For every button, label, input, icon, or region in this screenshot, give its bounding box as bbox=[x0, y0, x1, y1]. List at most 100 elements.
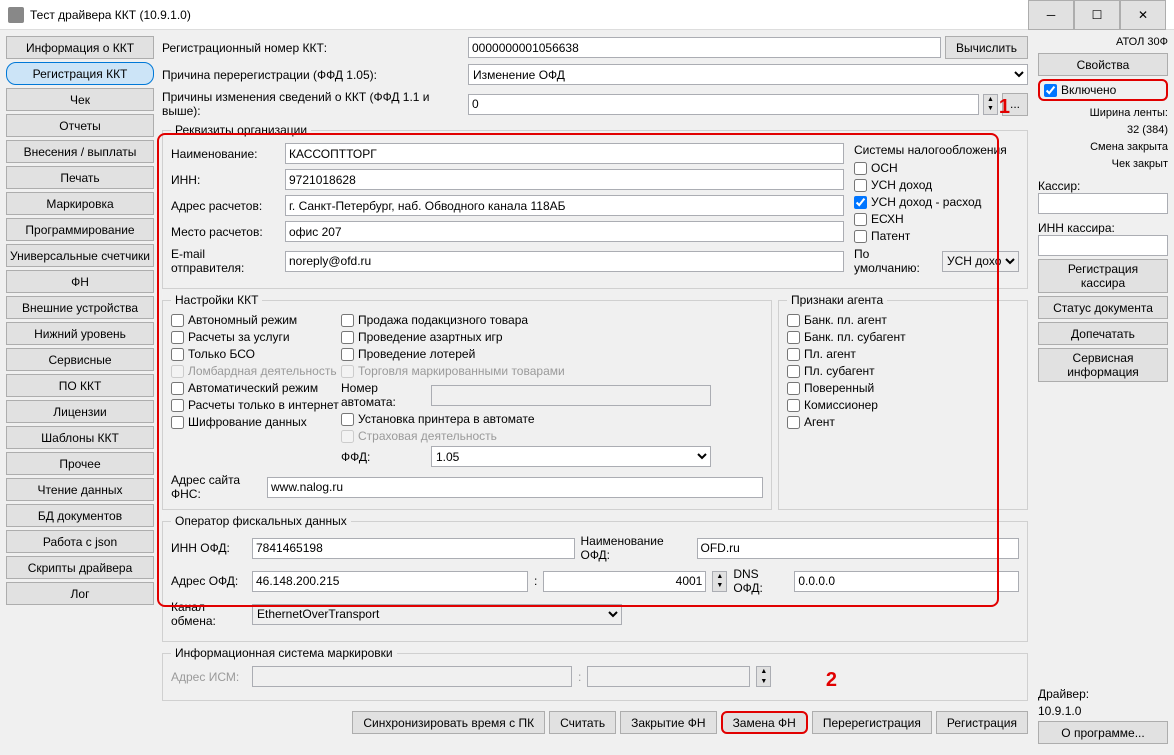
kkt-excise-checkbox[interactable] bbox=[341, 314, 354, 327]
agent-trusted-checkbox[interactable] bbox=[787, 382, 800, 395]
sidebar-item-licenses[interactable]: Лицензии bbox=[6, 400, 154, 423]
tax-usn-income-exp-checkbox[interactable] bbox=[854, 196, 867, 209]
tax-esxn-checkbox[interactable] bbox=[854, 213, 867, 226]
sidebar-item-programming[interactable]: Программирование bbox=[6, 218, 154, 241]
kkt-legend: Настройки ККТ bbox=[171, 293, 262, 307]
reg-button[interactable]: Регистрация bbox=[936, 711, 1028, 734]
sidebar-item-fn[interactable]: ФН bbox=[6, 270, 154, 293]
maximize-button[interactable]: ☐ bbox=[1074, 0, 1120, 30]
ism-port-spinner: ▲▼ bbox=[756, 666, 771, 687]
kkt-ffd-label: ФФД: bbox=[341, 450, 431, 464]
kkt-automat-input bbox=[431, 385, 711, 406]
sidebar-item-reports[interactable]: Отчеты bbox=[6, 114, 154, 137]
sidebar-item-marking[interactable]: Маркировка bbox=[6, 192, 154, 215]
kkt-lottery-checkbox[interactable] bbox=[341, 348, 354, 361]
enabled-checkbox[interactable] bbox=[1044, 84, 1057, 97]
sidebar-item-counters[interactable]: Универсальные счетчики bbox=[6, 244, 154, 267]
ofd-dns-input[interactable] bbox=[794, 571, 1019, 592]
sidebar-item-other[interactable]: Прочее bbox=[6, 452, 154, 475]
sidebar-item-service[interactable]: Сервисные bbox=[6, 348, 154, 371]
kkt-auto-checkbox[interactable] bbox=[171, 382, 184, 395]
ofd-legend: Оператор фискальных данных bbox=[171, 514, 351, 528]
org-inn-label: ИНН: bbox=[171, 173, 279, 187]
sidebar-item-db[interactable]: БД документов bbox=[6, 504, 154, 527]
agent-pay-checkbox[interactable] bbox=[787, 348, 800, 361]
service-info-button[interactable]: Сервисная информация bbox=[1038, 348, 1168, 382]
ofd-port-input[interactable] bbox=[543, 571, 706, 592]
ofd-channel-select[interactable]: EthernetOverTransport bbox=[252, 604, 622, 625]
sidebar-item-deposits[interactable]: Внесения / выплаты bbox=[6, 140, 154, 163]
agent-agent-checkbox[interactable] bbox=[787, 416, 800, 429]
reprint-button[interactable]: Допечатать bbox=[1038, 322, 1168, 345]
sidebar-item-lowlevel[interactable]: Нижний уровень bbox=[6, 322, 154, 345]
rereg-reason-select[interactable]: Изменение ОФД bbox=[468, 64, 1028, 85]
reg-number-input[interactable] bbox=[468, 37, 941, 58]
sync-time-button[interactable]: Синхронизировать время с ПК bbox=[352, 711, 545, 734]
register-cashier-button[interactable]: Регистрация кассира bbox=[1038, 259, 1168, 293]
titlebar: Тест драйвера ККТ (10.9.1.0) ─ ☐ ✕ bbox=[0, 0, 1174, 30]
sidebar-item-json[interactable]: Работа с json bbox=[6, 530, 154, 553]
org-name-input[interactable] bbox=[285, 143, 844, 164]
kkt-bso-checkbox[interactable] bbox=[171, 348, 184, 361]
main-panel: 1 2 Регистрационный номер ККТ: Вычислить… bbox=[160, 34, 1032, 746]
compute-button[interactable]: Вычислить bbox=[945, 36, 1028, 59]
sidebar-item-templates[interactable]: Шаблоны ККТ bbox=[6, 426, 154, 449]
agent-bank-sub-checkbox[interactable] bbox=[787, 331, 800, 344]
changes-spinner[interactable]: ▲▼ bbox=[983, 94, 998, 115]
read-button[interactable]: Считать bbox=[549, 711, 616, 734]
kkt-services-checkbox[interactable] bbox=[171, 331, 184, 344]
kkt-gambling-checkbox[interactable] bbox=[341, 331, 354, 344]
fns-label: Адрес сайта ФНС: bbox=[171, 473, 263, 501]
sidebar-item-scripts[interactable]: Скрипты драйвера bbox=[6, 556, 154, 579]
ofd-name-input[interactable] bbox=[697, 538, 1020, 559]
agent-bank-checkbox[interactable] bbox=[787, 314, 800, 327]
ofd-dns-label: DNS ОФД: bbox=[733, 567, 788, 595]
doc-status-button[interactable]: Статус документа bbox=[1038, 296, 1168, 319]
ofd-inn-input[interactable] bbox=[252, 538, 575, 559]
agent-fieldset: Признаки агента Банк. пл. агент Банк. пл… bbox=[778, 293, 1028, 510]
replace-fn-button[interactable]: Замена ФН bbox=[721, 711, 808, 734]
sidebar-item-readdata[interactable]: Чтение данных bbox=[6, 478, 154, 501]
org-email-input[interactable] bbox=[285, 251, 844, 272]
rereg-button[interactable]: Перерегистрация bbox=[812, 711, 932, 734]
sidebar-item-registration[interactable]: Регистрация ККТ bbox=[6, 62, 154, 85]
close-fn-button[interactable]: Закрытие ФН bbox=[620, 711, 716, 734]
kkt-ffd-select[interactable]: 1.05 bbox=[431, 446, 711, 467]
close-button[interactable]: ✕ bbox=[1120, 0, 1166, 30]
sidebar-item-log[interactable]: Лог bbox=[6, 582, 154, 605]
ofd-addr-input[interactable] bbox=[252, 571, 528, 592]
sidebar-item-info[interactable]: Информация о ККТ bbox=[6, 36, 154, 59]
tax-default-select[interactable]: УСН дохо bbox=[942, 251, 1019, 272]
changes-reason-input[interactable] bbox=[468, 94, 979, 115]
sidebar-item-check[interactable]: Чек bbox=[6, 88, 154, 111]
ism-port-input bbox=[587, 666, 750, 687]
cashier-input[interactable] bbox=[1038, 193, 1168, 214]
agent-commiss-checkbox[interactable] bbox=[787, 399, 800, 412]
tax-usn-income-checkbox[interactable] bbox=[854, 179, 867, 192]
kkt-printer-checkbox[interactable] bbox=[341, 413, 354, 426]
properties-button[interactable]: Свойства bbox=[1038, 53, 1168, 76]
sidebar-item-external[interactable]: Внешние устройства bbox=[6, 296, 154, 319]
driver-label: Драйвер: bbox=[1038, 687, 1168, 701]
org-fieldset: Реквизиты организации Наименование: ИНН:… bbox=[162, 123, 1028, 289]
ofd-port-spinner[interactable]: ▲▼ bbox=[712, 571, 727, 592]
kkt-fieldset: Настройки ККТ Автономный режим Расчеты з… bbox=[162, 293, 772, 510]
org-addr-input[interactable] bbox=[285, 195, 844, 216]
sidebar-item-firmware[interactable]: ПО ККТ bbox=[6, 374, 154, 397]
kkt-internet-checkbox[interactable] bbox=[171, 399, 184, 412]
org-place-input[interactable] bbox=[285, 221, 844, 242]
fns-input[interactable] bbox=[267, 477, 763, 498]
minimize-button[interactable]: ─ bbox=[1028, 0, 1074, 30]
kkt-autonomous-checkbox[interactable] bbox=[171, 314, 184, 327]
kkt-encrypt-checkbox[interactable] bbox=[171, 416, 184, 429]
tax-osn-checkbox[interactable] bbox=[854, 162, 867, 175]
org-inn-input[interactable] bbox=[285, 169, 844, 190]
reg-number-label: Регистрационный номер ККТ: bbox=[162, 41, 464, 55]
ism-legend: Информационная система маркировки bbox=[171, 646, 397, 660]
tax-patent-checkbox[interactable] bbox=[854, 230, 867, 243]
cashier-inn-label: ИНН кассира: bbox=[1038, 221, 1168, 235]
about-button[interactable]: О программе... bbox=[1038, 721, 1168, 744]
agent-pay-sub-checkbox[interactable] bbox=[787, 365, 800, 378]
cashier-inn-input[interactable] bbox=[1038, 235, 1168, 256]
sidebar-item-print[interactable]: Печать bbox=[6, 166, 154, 189]
